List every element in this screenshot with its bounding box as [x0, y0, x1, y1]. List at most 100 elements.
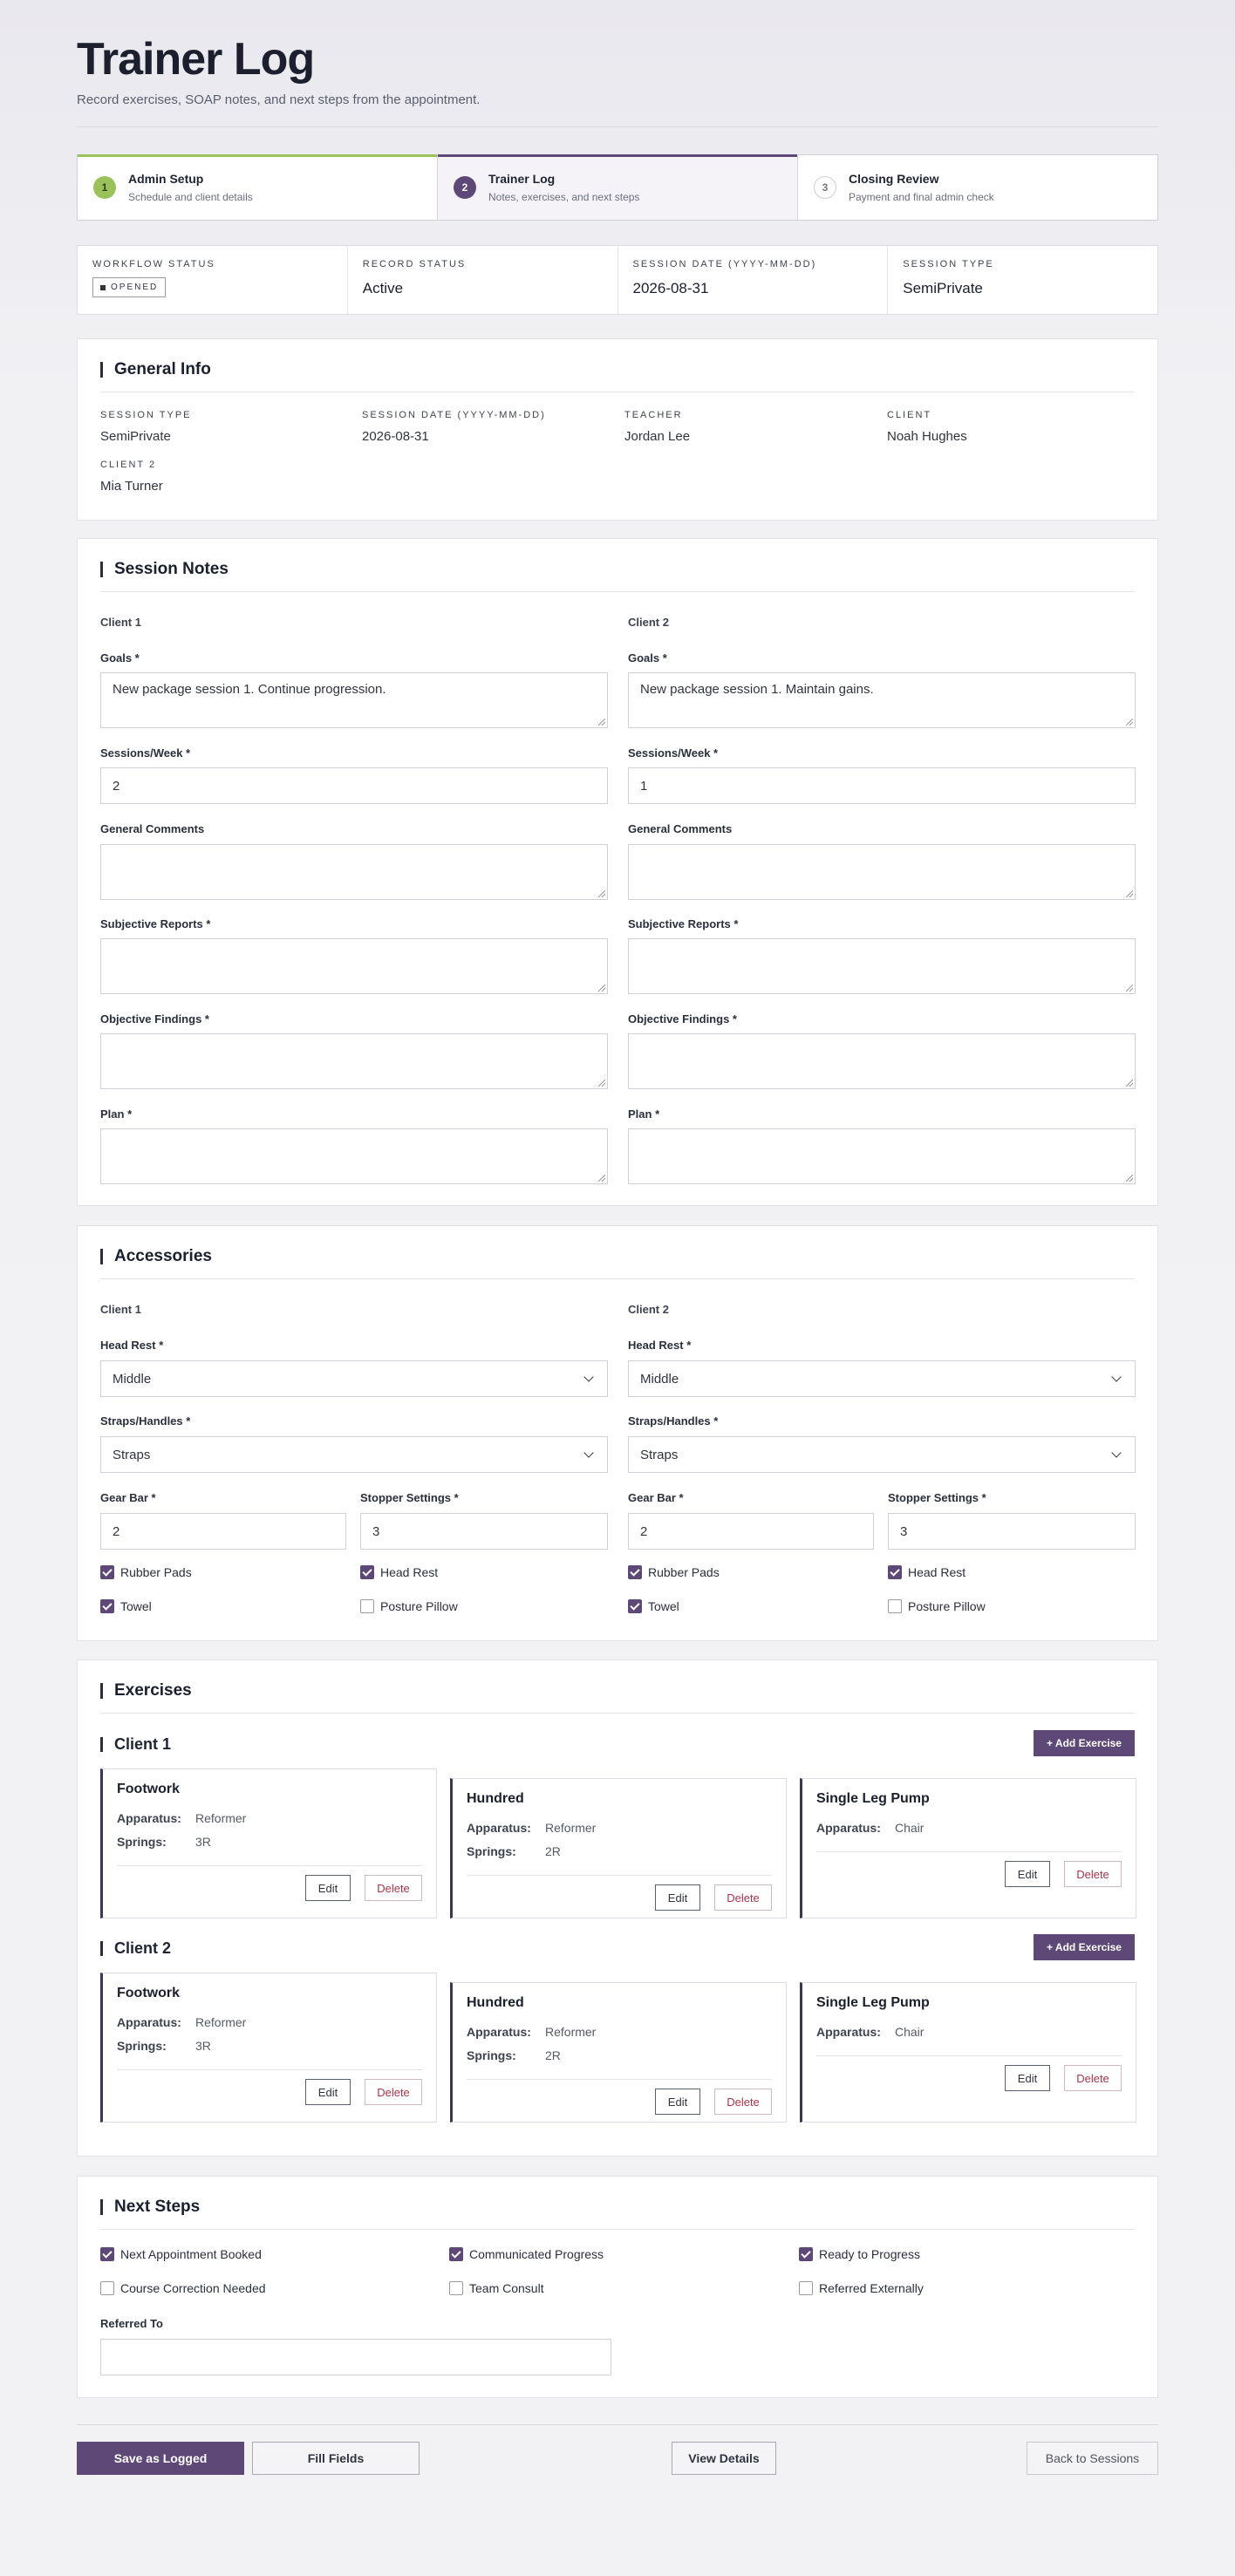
checkbox[interactable] — [100, 1565, 114, 1579]
client2-head-rest-select[interactable]: Middle — [628, 1360, 1136, 1397]
client1-goals-textarea[interactable]: New package session 1. Continue progress… — [100, 672, 608, 728]
resize-handle-icon[interactable] — [1126, 985, 1133, 992]
checkbox[interactable] — [100, 2281, 114, 2295]
client1-subjective-textarea[interactable] — [100, 938, 608, 994]
resize-handle-icon[interactable] — [598, 1175, 605, 1182]
checkbox[interactable] — [100, 1599, 114, 1613]
client2-posture-pillow-checkbox[interactable]: Posture Pillow — [888, 1599, 986, 1613]
client1-comments-textarea[interactable] — [100, 844, 608, 900]
client1-head-rest-select[interactable]: Middle — [100, 1360, 608, 1397]
divider — [816, 1851, 1122, 1852]
fill-fields-button[interactable]: Fill Fields — [252, 2442, 420, 2475]
resize-handle-icon[interactable] — [598, 719, 605, 726]
client1-objective-textarea[interactable] — [100, 1033, 608, 1089]
checkbox[interactable] — [449, 2281, 463, 2295]
client1-posture-pillow-checkbox[interactable]: Posture Pillow — [360, 1599, 458, 1613]
step-text: Admin Setup Schedule and client details — [128, 172, 253, 203]
client2-straps-select[interactable]: Straps — [628, 1436, 1136, 1473]
delete-exercise-button[interactable]: Delete — [714, 1884, 772, 1911]
resize-handle-icon[interactable] — [598, 1080, 605, 1087]
client1-head-rest-checkbox[interactable]: Head Rest — [360, 1565, 438, 1579]
client2-plan-textarea[interactable] — [628, 1128, 1136, 1184]
step-trainer-log[interactable]: 2 Trainer Log Notes, exercises, and next… — [438, 154, 798, 220]
referred-to-input[interactable] — [100, 2339, 611, 2375]
workflow-status-label: WORKFLOW STATUS — [92, 259, 215, 269]
communicated-progress-checkbox[interactable]: Communicated Progress — [449, 2247, 604, 2261]
delete-exercise-button[interactable]: Delete — [365, 2079, 422, 2105]
checkbox[interactable] — [360, 1599, 374, 1613]
client2-heading: Client 2 — [628, 1303, 669, 1316]
client2-goals-textarea[interactable]: New package session 1. Maintain gains. — [628, 672, 1136, 728]
view-details-button[interactable]: View Details — [672, 2442, 776, 2475]
edit-exercise-button[interactable]: Edit — [655, 1884, 700, 1911]
course-correction-checkbox[interactable]: Course Correction Needed — [100, 2281, 266, 2295]
step-closing-review[interactable]: 3 Closing Review Payment and final admin… — [798, 155, 1157, 220]
client2-subjective-textarea[interactable] — [628, 938, 1136, 994]
edit-exercise-button[interactable]: Edit — [655, 2089, 700, 2115]
delete-exercise-button[interactable]: Delete — [1064, 2065, 1122, 2091]
edit-exercise-button[interactable]: Edit — [305, 1875, 351, 1901]
checkbox[interactable] — [100, 2247, 114, 2261]
client1-towel-checkbox[interactable]: Towel — [100, 1599, 152, 1613]
chevron-down-icon — [583, 1372, 594, 1382]
next-appointment-checkbox[interactable]: Next Appointment Booked — [100, 2247, 262, 2261]
client1-straps-select[interactable]: Straps — [100, 1436, 608, 1473]
divider — [100, 2229, 1135, 2230]
checkbox[interactable] — [888, 1565, 902, 1579]
divider — [467, 2079, 772, 2080]
delete-exercise-button[interactable]: Delete — [714, 2089, 772, 2115]
add-exercise-button[interactable]: + Add Exercise — [1034, 1730, 1135, 1756]
team-consult-checkbox[interactable]: Team Consult — [449, 2281, 544, 2295]
delete-exercise-button[interactable]: Delete — [1064, 1861, 1122, 1887]
edit-exercise-button[interactable]: Edit — [1005, 2065, 1050, 2091]
client1-gear-bar-input[interactable]: 2 — [100, 1513, 346, 1550]
client1-plan-textarea[interactable] — [100, 1128, 608, 1184]
client2-rubber-pads-checkbox[interactable]: Rubber Pads — [628, 1565, 720, 1579]
client2-sessions-input[interactable]: 1 — [628, 767, 1136, 804]
client1-sessions-input[interactable]: 2 — [100, 767, 608, 804]
back-to-sessions-button[interactable]: Back to Sessions — [1027, 2442, 1158, 2475]
client2-head-rest-checkbox[interactable]: Head Rest — [888, 1565, 965, 1579]
resize-handle-icon[interactable] — [598, 985, 605, 992]
client2-stopper-input[interactable]: 3 — [888, 1513, 1136, 1550]
referred-externally-checkbox[interactable]: Referred Externally — [799, 2281, 924, 2295]
client2-objective-textarea[interactable] — [628, 1033, 1136, 1089]
session-date-value: 2026-08-31 — [632, 280, 709, 296]
add-exercise-button[interactable]: + Add Exercise — [1034, 1934, 1135, 1960]
stopper-label: Stopper Settings * — [888, 1491, 986, 1504]
resize-handle-icon[interactable] — [598, 890, 605, 897]
client1-stopper-input[interactable]: 3 — [360, 1513, 608, 1550]
client2-gear-bar-input[interactable]: 2 — [628, 1513, 874, 1550]
client2-comments-textarea[interactable] — [628, 844, 1136, 900]
teacher-label: TEACHER — [624, 410, 683, 420]
client1-rubber-pads-checkbox[interactable]: Rubber Pads — [100, 1565, 192, 1579]
checkbox[interactable] — [888, 1599, 902, 1613]
edit-exercise-button[interactable]: Edit — [1005, 1861, 1050, 1887]
checkbox[interactable] — [799, 2281, 813, 2295]
exercise-card: Single Leg Pump Apparatus: Chair Edit Delete — [800, 1778, 1136, 1918]
status-summary: WORKFLOW STATUS OPENED RECORD STATUS Act… — [77, 245, 1158, 315]
checkbox[interactable] — [360, 1565, 374, 1579]
ready-to-progress-checkbox[interactable]: Ready to Progress — [799, 2247, 920, 2261]
resize-handle-icon[interactable] — [1126, 1080, 1133, 1087]
exercise-springs: Springs: 3R — [117, 1835, 211, 1849]
edit-exercise-button[interactable]: Edit — [305, 2079, 351, 2105]
divider — [816, 2055, 1122, 2056]
checkbox[interactable] — [628, 1565, 642, 1579]
step-desc: Schedule and client details — [128, 191, 253, 203]
resize-handle-icon[interactable] — [1126, 1175, 1133, 1182]
checkbox[interactable] — [628, 1599, 642, 1613]
checkbox[interactable] — [799, 2247, 813, 2261]
client2-towel-checkbox[interactable]: Towel — [628, 1599, 679, 1613]
step-admin-setup[interactable]: 1 Admin Setup Schedule and client detail… — [78, 154, 438, 220]
client2-value: Mia Turner — [100, 479, 163, 494]
workflow-status: WORKFLOW STATUS OPENED — [78, 246, 348, 314]
resize-handle-icon[interactable] — [1126, 719, 1133, 726]
exercise-springs: Springs: 2R — [467, 1844, 561, 1858]
checkbox[interactable] — [449, 2247, 463, 2261]
resize-handle-icon[interactable] — [1126, 890, 1133, 897]
save-as-logged-button[interactable]: Save as Logged — [77, 2442, 244, 2475]
record-status-value: Active — [362, 280, 404, 296]
client1-exercises-heading: Client 1 — [100, 1736, 171, 1752]
delete-exercise-button[interactable]: Delete — [365, 1875, 422, 1901]
